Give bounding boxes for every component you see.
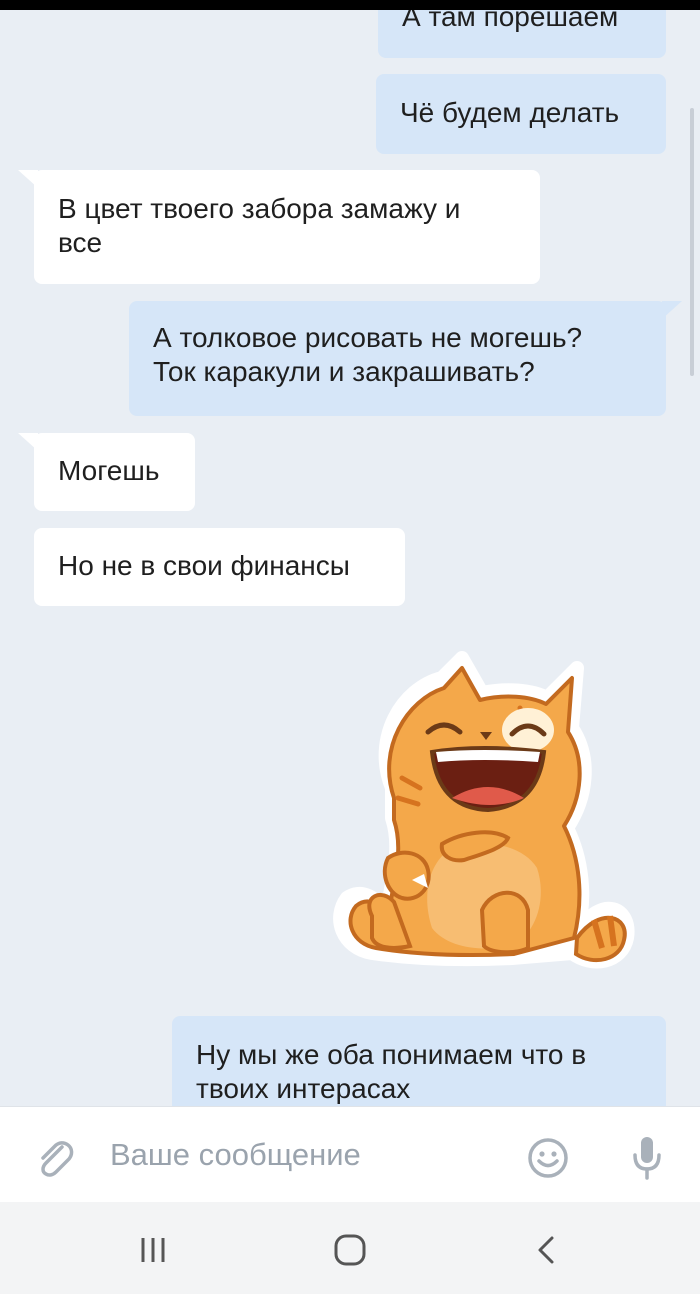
- message-text: Чё будем делать: [400, 97, 620, 128]
- message-text: Но не в свои финансы: [58, 550, 350, 581]
- recent-apps-icon[interactable]: [133, 1232, 173, 1268]
- chat-history[interactable]: А там порешаем Чё будем делать В цвет тв…: [0, 10, 700, 1106]
- message-text: Могешь: [58, 455, 160, 486]
- message-bubble-incoming[interactable]: Могешь: [18, 433, 195, 511]
- message-composer: Ваше сообщение: [0, 1106, 700, 1203]
- message-input[interactable]: Ваше сообщение: [110, 1135, 500, 1175]
- message-bubble-incoming[interactable]: Но не в свои финансы: [34, 528, 405, 606]
- status-bar: [0, 0, 700, 10]
- message-bubble-incoming[interactable]: В цвет твоего забора замажу и все: [18, 170, 540, 284]
- paperclip-icon[interactable]: [34, 1137, 76, 1179]
- microphone-icon[interactable]: [630, 1135, 664, 1181]
- message-bubble-outgoing[interactable]: А толковое рисовать не могешь? Ток карак…: [129, 301, 682, 416]
- bubble-tail: [662, 301, 682, 319]
- scrollbar[interactable]: [690, 108, 694, 376]
- message-bubble-outgoing[interactable]: А там порешаем: [378, 10, 666, 58]
- emoji-icon[interactable]: [527, 1137, 569, 1179]
- message-text: твоих интерасах: [196, 1073, 411, 1104]
- cat-eye-patch: [502, 708, 554, 752]
- message-text: В цвет твоего забора замажу и: [58, 193, 461, 224]
- message-text: Ну мы же оба понимаем что в: [196, 1039, 587, 1070]
- home-icon[interactable]: [330, 1232, 370, 1268]
- cat-leg-right: [479, 890, 530, 955]
- message-text: А там порешаем: [402, 10, 619, 32]
- message-text: все: [58, 227, 103, 258]
- back-icon[interactable]: [526, 1232, 566, 1268]
- system-navigation-bar: [0, 1202, 700, 1294]
- message-text: Ток каракули и закрашивать?: [153, 356, 535, 387]
- bubble-tail: [18, 170, 38, 188]
- message-text: А толковое рисовать не могешь?: [153, 322, 583, 353]
- message-bubble-outgoing[interactable]: Чё будем делать: [376, 74, 666, 154]
- laughing-cat-sticker[interactable]: [332, 648, 642, 978]
- message-bubble-outgoing[interactable]: Ну мы же оба понимаем что в твоих интера…: [172, 1016, 666, 1106]
- bubble-tail: [18, 433, 38, 451]
